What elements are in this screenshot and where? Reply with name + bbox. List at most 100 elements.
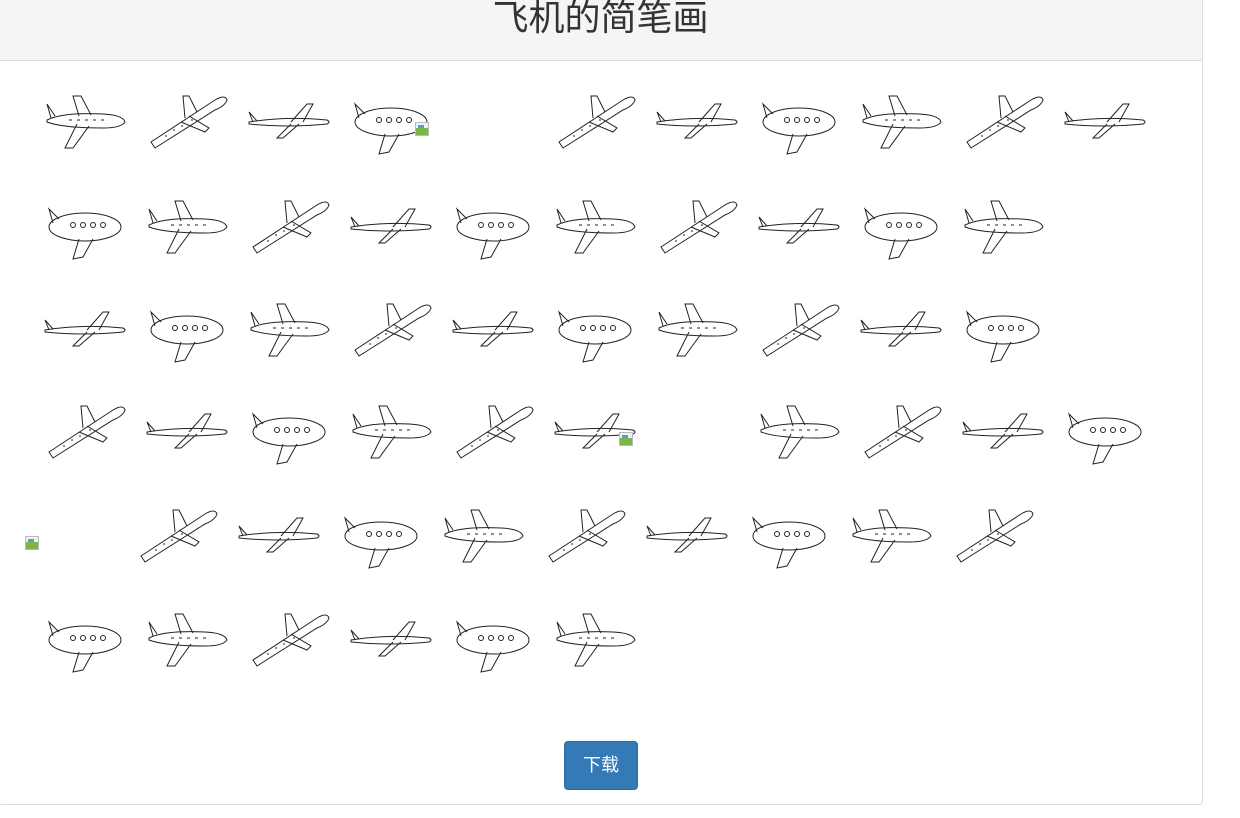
- airplane-icon: [548, 509, 626, 563]
- airplane-sketch[interactable]: [35, 380, 135, 480]
- airplane-sketch[interactable]: [443, 588, 543, 688]
- airplane-sketch[interactable]: [239, 380, 339, 480]
- airplane-icon: [966, 95, 1044, 149]
- airplane-icon: [248, 103, 330, 139]
- airplane-sketch[interactable]: [341, 278, 441, 378]
- airplane-icon: [350, 621, 432, 657]
- airplane-icon: [456, 405, 534, 459]
- airplane-icon: [760, 405, 840, 459]
- airplane-sketch[interactable]: [433, 484, 533, 584]
- airplane-sketch[interactable]: [749, 278, 849, 378]
- airplane-sketch[interactable]: [35, 278, 135, 378]
- airplane-sketch[interactable]: [851, 278, 951, 378]
- airplane-sketch[interactable]: [443, 278, 543, 378]
- airplane-sketch[interactable]: [749, 70, 849, 170]
- airplane-icon: [556, 613, 636, 667]
- airplane-icon: [47, 620, 122, 673]
- airplane-sketch[interactable]: [443, 175, 543, 275]
- airplane-sketch[interactable]: [239, 70, 339, 170]
- airplane-sketch[interactable]: [341, 380, 441, 480]
- airplane-icon: [658, 303, 738, 357]
- airplane-icon: [455, 207, 530, 260]
- airplane-icon: [956, 509, 1034, 563]
- airplane-icon: [48, 405, 126, 459]
- airplane-icon: [852, 509, 932, 563]
- airplane-icon: [44, 311, 126, 347]
- airplane-icon: [1067, 412, 1142, 465]
- airplane-sketch[interactable]: [647, 175, 747, 275]
- airplane-sketch[interactable]: [749, 175, 849, 275]
- airplane-sketch[interactable]: [341, 588, 441, 688]
- airplane-icon: [350, 208, 432, 244]
- airplane-sketch[interactable]: [229, 484, 329, 584]
- airplane-icon: [1064, 103, 1146, 139]
- airplane-sketch[interactable]: [35, 588, 135, 688]
- airplane-icon: [964, 200, 1044, 254]
- airplane-sketch[interactable]: [841, 484, 941, 584]
- airplane-icon: [762, 303, 840, 357]
- airplane-icon: [250, 303, 330, 357]
- airplane-sketch[interactable]: [953, 380, 1053, 480]
- airplane-icon: [343, 516, 418, 569]
- airplane-sketch[interactable]: [137, 175, 237, 275]
- airplane-icon: [751, 516, 826, 569]
- airplane-sketch[interactable]: [851, 175, 951, 275]
- airplane-sketch[interactable]: [35, 70, 135, 170]
- airplane-sketch[interactable]: [637, 484, 737, 584]
- airplane-sketch[interactable]: [545, 588, 645, 688]
- airplane-icon: [353, 102, 428, 155]
- airplane-sketch[interactable]: [545, 380, 645, 480]
- airplane-icon: [455, 620, 530, 673]
- airplane-sketch[interactable]: [341, 70, 441, 170]
- airplane-sketch[interactable]: [851, 70, 951, 170]
- airplane-icon: [864, 405, 942, 459]
- airplane-sketch[interactable]: [647, 70, 747, 170]
- airplane-sketch[interactable]: [953, 175, 1053, 275]
- airplane-icon: [656, 103, 738, 139]
- airplane-icon: [444, 509, 524, 563]
- download-button[interactable]: 下载: [564, 741, 638, 790]
- airplane-sketch[interactable]: [137, 380, 237, 480]
- airplane-sketch[interactable]: [851, 380, 951, 480]
- airplane-sketch[interactable]: [953, 70, 1053, 170]
- airplane-sketch[interactable]: [545, 175, 645, 275]
- airplane-sketch[interactable]: [331, 484, 431, 584]
- airplane-icon: [252, 613, 330, 667]
- airplane-sketch[interactable]: [137, 278, 237, 378]
- airplane-sketch[interactable]: [647, 278, 747, 378]
- airplane-sketch[interactable]: [1055, 70, 1155, 170]
- airplane-sketch[interactable]: [137, 70, 237, 170]
- airplane-sketch[interactable]: [239, 175, 339, 275]
- airplane-sketch[interactable]: [739, 484, 839, 584]
- airplane-icon: [46, 95, 126, 149]
- airplane-sketch[interactable]: [35, 175, 135, 275]
- airplane-sketch[interactable]: [239, 588, 339, 688]
- airplane-sketch[interactable]: [127, 484, 227, 584]
- airplane-sketch[interactable]: [545, 278, 645, 378]
- airplane-icon: [148, 613, 228, 667]
- airplane-sketch[interactable]: [545, 70, 645, 170]
- broken-image-icon: [415, 122, 429, 136]
- airplane-icon: [660, 200, 738, 254]
- airplane-icon: [238, 517, 320, 553]
- airplane-sketch[interactable]: [1055, 380, 1155, 480]
- airplane-icon: [556, 200, 636, 254]
- sketch-gallery: [0, 0, 1205, 700]
- airplane-icon: [47, 207, 122, 260]
- airplane-icon: [962, 413, 1044, 449]
- airplane-icon: [146, 413, 228, 449]
- airplane-icon: [140, 509, 218, 563]
- airplane-icon: [862, 95, 942, 149]
- airplane-sketch[interactable]: [535, 484, 635, 584]
- airplane-icon: [558, 95, 636, 149]
- airplane-sketch[interactable]: [749, 380, 849, 480]
- airplane-sketch[interactable]: [443, 380, 543, 480]
- airplane-sketch[interactable]: [137, 588, 237, 688]
- airplane-sketch[interactable]: [943, 484, 1043, 584]
- airplane-icon: [149, 310, 224, 363]
- airplane-sketch[interactable]: [239, 278, 339, 378]
- airplane-icon: [251, 412, 326, 465]
- airplane-sketch[interactable]: [341, 175, 441, 275]
- airplane-sketch[interactable]: [953, 278, 1053, 378]
- airplane-icon: [646, 517, 728, 553]
